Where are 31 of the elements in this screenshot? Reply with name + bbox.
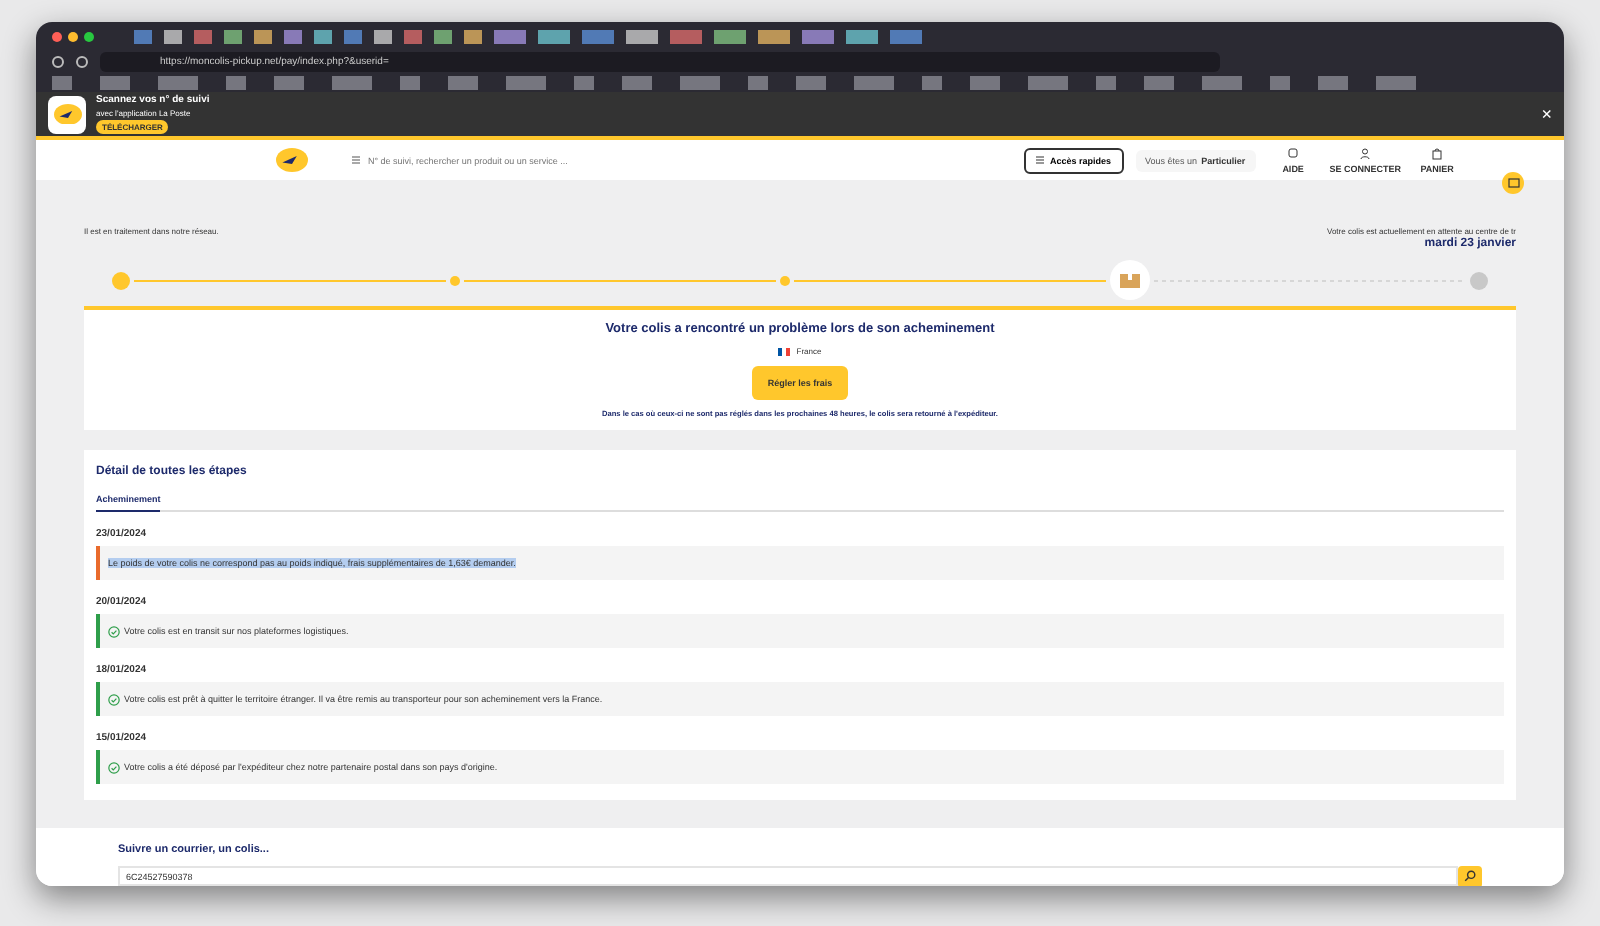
blurred-tab[interactable] — [538, 29, 570, 43]
blurred-tab[interactable] — [846, 29, 878, 43]
blurred-tab[interactable] — [582, 29, 614, 43]
bag-icon — [1432, 147, 1443, 160]
blurred-tab[interactable] — [494, 29, 526, 43]
blurred-tab[interactable] — [626, 29, 658, 43]
bird-logo-icon — [53, 103, 81, 125]
user-icon — [1360, 147, 1371, 160]
close-button[interactable]: × — [1541, 104, 1552, 125]
check-circle-icon — [108, 761, 120, 773]
check-circle-icon — [108, 625, 120, 637]
flag-icon — [778, 347, 791, 355]
check-circle-icon — [108, 693, 120, 705]
menu-icon — [1036, 156, 1044, 165]
search-icon — [1464, 870, 1476, 882]
blurred-tab[interactable] — [758, 29, 790, 43]
blurred-tab[interactable] — [714, 29, 746, 43]
blurred-tab[interactable] — [670, 29, 702, 43]
close-window-icon[interactable] — [52, 31, 62, 41]
blurred-tab[interactable] — [890, 29, 922, 43]
blurred-tab[interactable] — [802, 29, 834, 43]
home-icon[interactable] — [76, 56, 88, 68]
parcel-icon — [1507, 178, 1519, 188]
menu-icon — [352, 156, 360, 165]
help-icon — [1288, 147, 1299, 160]
bird-logo-icon — [276, 148, 308, 173]
zoom-window-icon[interactable] — [84, 31, 94, 41]
parcel-icon — [1120, 272, 1140, 288]
search-button[interactable] — [1458, 865, 1482, 886]
minimize-window-icon[interactable] — [68, 31, 78, 41]
reload-icon[interactable] — [52, 56, 64, 68]
